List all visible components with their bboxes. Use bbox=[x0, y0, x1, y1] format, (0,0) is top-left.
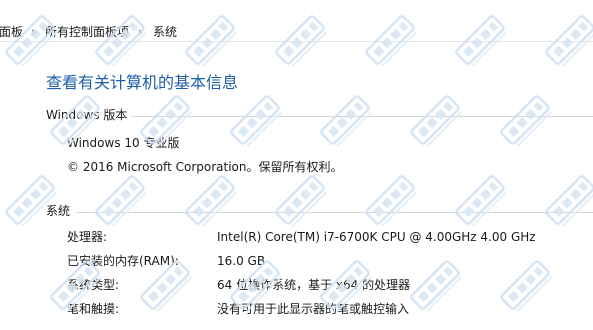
breadcrumb-separator-icon: › bbox=[31, 25, 36, 39]
windows-edition-value: Windows 10 专业版 bbox=[67, 136, 180, 150]
processor-label: 处理器: bbox=[67, 230, 108, 244]
installed-memory-label: 已安装的内存(RAM): bbox=[67, 254, 179, 268]
breadcrumb-separator-icon: › bbox=[138, 25, 143, 39]
breadcrumb-item-control-panel[interactable]: 面板 bbox=[0, 25, 23, 39]
copyright-text: © 2016 Microsoft Corporation。保留所有权利。 bbox=[67, 160, 343, 174]
section-divider bbox=[76, 212, 593, 213]
address-bar: 面板 › 所有控制面板项 › 系统 bbox=[0, 0, 593, 42]
processor-value: Intel(R) Core(TM) i7-6700K CPU @ 4.00GHz… bbox=[217, 230, 536, 244]
system-type-label: 系统类型: bbox=[67, 278, 120, 292]
system-heading: 系统 bbox=[46, 204, 71, 218]
windows-edition-heading: Windows 版本 bbox=[46, 108, 128, 122]
installed-memory-value: 16.0 GB bbox=[217, 254, 266, 268]
page-title: 查看有关计算机的基本信息 bbox=[46, 73, 239, 92]
breadcrumb-item-system[interactable]: 系统 bbox=[153, 25, 177, 39]
breadcrumb-item-all-control-panel-items[interactable]: 所有控制面板项 bbox=[45, 25, 129, 39]
system-type-value: 64 位操作系统，基于 x64 的处理器 bbox=[217, 278, 411, 292]
pen-and-touch-label: 笔和触摸: bbox=[67, 302, 120, 316]
pen-and-touch-value: 没有可用于此显示器的笔或触控输入 bbox=[217, 302, 410, 316]
section-divider bbox=[131, 116, 593, 117]
